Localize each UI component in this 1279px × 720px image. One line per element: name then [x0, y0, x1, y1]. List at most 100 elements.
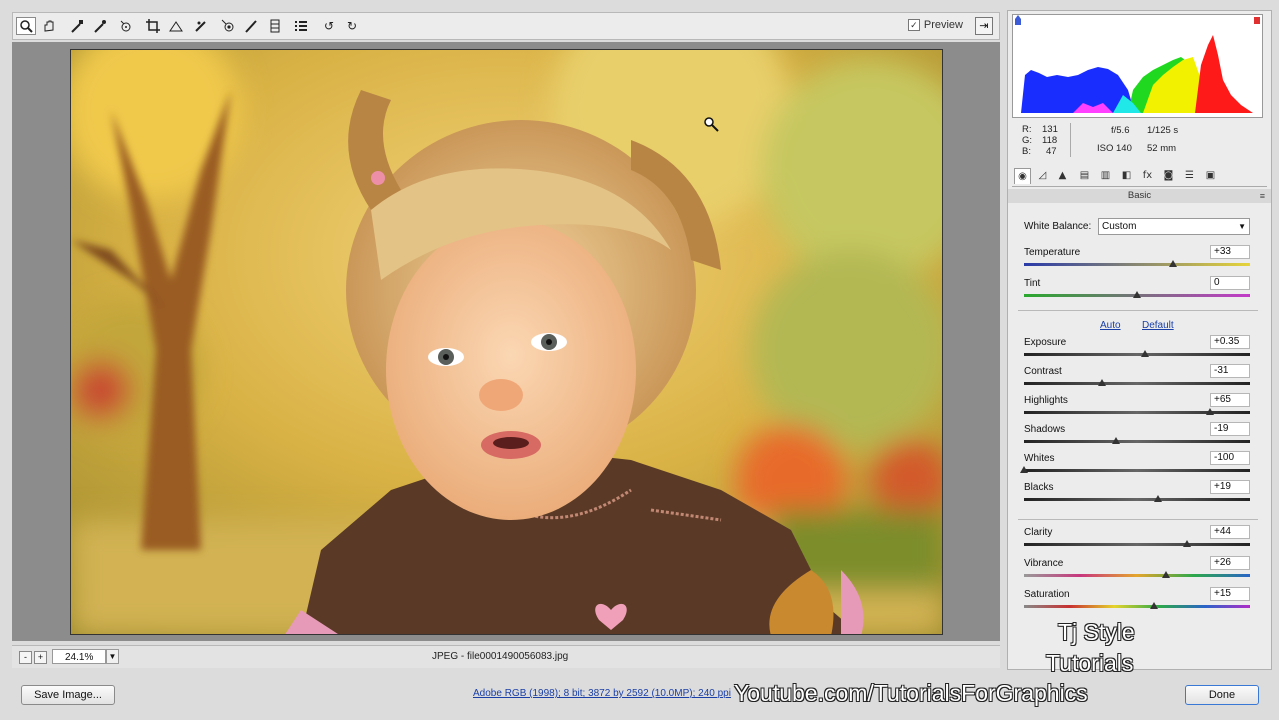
preferences-icon[interactable]	[291, 17, 311, 35]
tint-slider-thumb[interactable]	[1133, 291, 1141, 298]
preview-image[interactable]	[70, 49, 943, 635]
status-bar: - + 24.1% ▼ JPEG - file0001490056083.jpg	[12, 645, 1000, 668]
panel-tabs: ◉ ◿ ▲ ▤ ▥ ◧ fx ◙ ☰ ▣	[1012, 166, 1267, 187]
temperature-slider-track[interactable]	[1024, 263, 1250, 266]
graduated-filter-tool-icon[interactable]	[265, 17, 285, 35]
zoom-in-button[interactable]: +	[34, 651, 47, 664]
whites-slider-thumb[interactable]	[1020, 466, 1028, 473]
workflow-options-link[interactable]: Adobe RGB (1998); 8 bit; 3872 by 2592 (1…	[473, 688, 731, 699]
r-label: R:	[1022, 124, 1032, 135]
blacks-slider-track[interactable]	[1024, 498, 1250, 501]
exposure-slider-track[interactable]	[1024, 353, 1250, 356]
watermark-line3: Youtube.com/TutorialsForGraphics	[734, 680, 1088, 706]
temperature-label: Temperature	[1024, 247, 1081, 258]
color-sampler-tool-icon[interactable]	[90, 17, 110, 35]
tab-effects-icon[interactable]: fx	[1139, 168, 1156, 184]
zoom-dropdown-icon[interactable]: ▼	[106, 649, 119, 664]
default-link[interactable]: Default	[1142, 320, 1174, 331]
tab-tone-curve-icon[interactable]: ◿	[1034, 168, 1051, 184]
auto-link[interactable]: Auto	[1100, 320, 1121, 331]
tint-label: Tint	[1024, 278, 1041, 289]
iso-value: ISO 140	[1097, 143, 1132, 154]
zoom-out-button[interactable]: -	[19, 651, 32, 664]
saturation-slider-track[interactable]	[1024, 605, 1250, 608]
whites-slider-track[interactable]	[1024, 469, 1250, 472]
targeted-adjustment-tool-icon[interactable]	[116, 17, 136, 35]
chevron-down-icon: ▼	[1238, 222, 1246, 231]
panel-menu-icon[interactable]: ≡	[1260, 189, 1265, 203]
fullscreen-toggle-icon[interactable]: ⇥	[975, 17, 993, 35]
highlights-label: Highlights	[1024, 395, 1068, 406]
crop-tool-icon[interactable]	[143, 17, 163, 35]
image-canvas[interactable]	[12, 42, 1000, 641]
contrast-slider-thumb[interactable]	[1097, 379, 1106, 386]
blacks-label: Blacks	[1024, 482, 1054, 493]
highlights-slider-thumb[interactable]	[1206, 408, 1215, 415]
preview-toggle[interactable]: ✓ Preview	[907, 19, 963, 31]
exposure-label: Exposure	[1024, 337, 1067, 348]
temperature-slider-thumb[interactable]	[1169, 260, 1178, 267]
shutter-value: 1/125 s	[1147, 125, 1179, 136]
exposure-value-field[interactable]: +0.35	[1210, 335, 1250, 349]
spot-removal-tool-icon[interactable]	[191, 17, 211, 35]
tab-presets-icon[interactable]: ☰	[1181, 168, 1198, 184]
blacks-value-field[interactable]: +19	[1210, 480, 1250, 494]
saturation-value-field[interactable]: +15	[1210, 587, 1250, 601]
white-balance-label: White Balance:	[1024, 221, 1092, 232]
tint-value-field[interactable]: 0	[1210, 276, 1250, 290]
divider	[1018, 519, 1258, 520]
clarity-slider-track[interactable]	[1024, 543, 1250, 546]
vibrance-slider-track[interactable]	[1024, 574, 1250, 577]
white-balance-tool-icon[interactable]	[67, 17, 87, 35]
white-balance-value: Custom	[1102, 221, 1137, 232]
saturation-label: Saturation	[1024, 589, 1070, 600]
adjustment-brush-tool-icon[interactable]	[241, 17, 261, 35]
white-balance-select[interactable]: Custom ▼	[1098, 218, 1250, 235]
tab-basic-icon[interactable]: ◉	[1014, 168, 1031, 184]
pixel-readouts: R: 131 G: 118 B: 47 f/5.6 1/125 s ISO 14…	[1008, 121, 1271, 171]
tab-lens-corrections-icon[interactable]: ◧	[1118, 168, 1135, 184]
temperature-value-field[interactable]: +33	[1210, 245, 1250, 259]
zoom-tool-icon[interactable]	[16, 17, 36, 35]
divider	[1018, 310, 1258, 311]
tab-hsl-icon[interactable]: ▤	[1076, 168, 1093, 184]
vibrance-value-field[interactable]: +26	[1210, 556, 1250, 570]
b-value: 47	[1046, 146, 1057, 157]
done-button[interactable]: Done	[1185, 685, 1259, 705]
tool-bar: ↺ ↻ ✓ Preview ⇥	[12, 12, 1000, 40]
vibrance-slider-thumb[interactable]	[1162, 571, 1171, 578]
red-eye-tool-icon[interactable]	[218, 17, 238, 35]
contrast-value-field[interactable]: -31	[1210, 364, 1250, 378]
shadows-slider-track[interactable]	[1024, 440, 1250, 443]
tab-split-toning-icon[interactable]: ▥	[1097, 168, 1114, 184]
aperture-value: f/5.6	[1111, 125, 1130, 136]
blacks-slider-thumb[interactable]	[1154, 495, 1163, 502]
zoom-level-field[interactable]: 24.1%	[52, 649, 106, 664]
preview-checkbox[interactable]: ✓	[907, 19, 920, 31]
shadows-label: Shadows	[1024, 424, 1066, 435]
preview-label: Preview	[923, 19, 963, 31]
contrast-slider-track[interactable]	[1024, 382, 1250, 385]
shadows-value-field[interactable]: -19	[1210, 422, 1250, 436]
hand-tool-icon[interactable]	[39, 17, 59, 35]
contrast-label: Contrast	[1024, 366, 1062, 377]
r-value: 131	[1042, 124, 1058, 135]
tab-camera-calibration-icon[interactable]: ◙	[1160, 168, 1177, 184]
exposure-slider-thumb[interactable]	[1140, 350, 1149, 357]
highlights-slider-track[interactable]	[1024, 411, 1250, 414]
whites-value-field[interactable]: -100	[1210, 451, 1250, 465]
straighten-tool-icon[interactable]	[166, 17, 186, 35]
tab-snapshots-icon[interactable]: ▣	[1202, 168, 1219, 184]
tab-detail-icon[interactable]: ▲	[1054, 168, 1071, 184]
rotate-right-icon[interactable]: ↻	[342, 17, 362, 35]
rotate-left-icon[interactable]: ↺	[319, 17, 339, 35]
focal-length-value: 52 mm	[1147, 143, 1177, 154]
readout-divider	[1070, 123, 1071, 157]
section-title: Basic	[1008, 189, 1271, 203]
save-image-button[interactable]: Save Image...	[21, 685, 115, 705]
clarity-value-field[interactable]: +44	[1210, 525, 1250, 539]
saturation-slider-thumb[interactable]	[1149, 602, 1158, 609]
shadows-slider-thumb[interactable]	[1111, 437, 1120, 444]
highlights-value-field[interactable]: +65	[1210, 393, 1250, 407]
clarity-slider-thumb[interactable]	[1182, 540, 1191, 547]
